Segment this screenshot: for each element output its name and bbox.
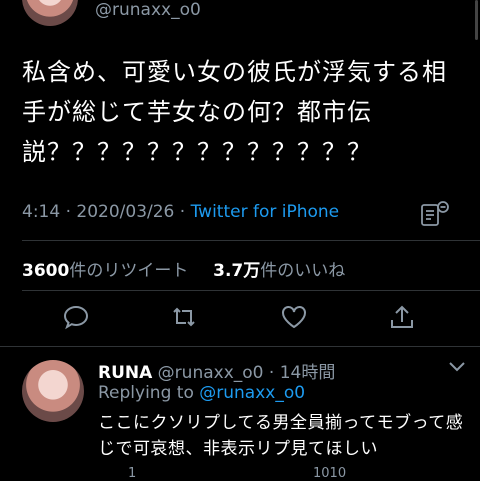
like-label[interactable]: 件のいいね (260, 261, 345, 281)
tweet-text: 私含め、可愛い女の彼氏が浮気する相手が総じて芋女なの何？都市伝説？？？？？？？？… (22, 58, 447, 166)
replying-to: Replying to @runaxx_o0 (98, 383, 305, 403)
heart-icon[interactable] (280, 303, 308, 331)
reply-handle-time[interactable]: @runaxx_o0 · 14時間 (152, 363, 336, 383)
reply-icon[interactable] (62, 303, 90, 331)
replying-to-prefix: Replying to (98, 383, 200, 403)
reply-count: 1 (128, 466, 137, 481)
scrollbar[interactable] (475, 0, 478, 40)
analytics-icon[interactable] (420, 200, 450, 228)
replying-to-handle[interactable]: @runaxx_o0 (199, 383, 305, 403)
action-bar (0, 303, 480, 333)
author-handle[interactable]: @runaxx_o0 (95, 0, 201, 20)
author-avatar[interactable] (22, 0, 78, 26)
reply-like-count: 1010 (313, 466, 347, 481)
retweet-count[interactable]: 3600 (22, 261, 69, 281)
reply-header: RUNA @runaxx_o0 · 14時間 (98, 358, 335, 383)
reply-author-name[interactable]: RUNA (98, 363, 152, 383)
section-separator (0, 346, 480, 347)
divider (22, 240, 480, 241)
retweet-icon[interactable] (170, 303, 198, 331)
reply-action-bar: 1 1010 (98, 466, 458, 481)
tweet-source[interactable]: Twitter for iPhone (191, 202, 340, 222)
share-icon[interactable] (388, 303, 416, 331)
chevron-down-icon[interactable] (448, 360, 466, 372)
reply-author-avatar[interactable] (22, 360, 84, 422)
reply-text: ここにクソリプしてる男全員揃ってモブって感じで可哀想、非表示リプ見てほしい (98, 413, 464, 459)
divider (22, 290, 480, 291)
tweet-timestamp[interactable]: 4:14 · 2020/03/26 · (22, 202, 191, 222)
engagement-stats: 3600件のリツイート 3.7万件のいいね (22, 256, 345, 281)
tweet-meta: 4:14 · 2020/03/26 · Twitter for iPhone (22, 202, 339, 222)
like-count[interactable]: 3.7万 (213, 261, 260, 281)
retweet-label[interactable]: 件のリツイート (69, 261, 188, 281)
